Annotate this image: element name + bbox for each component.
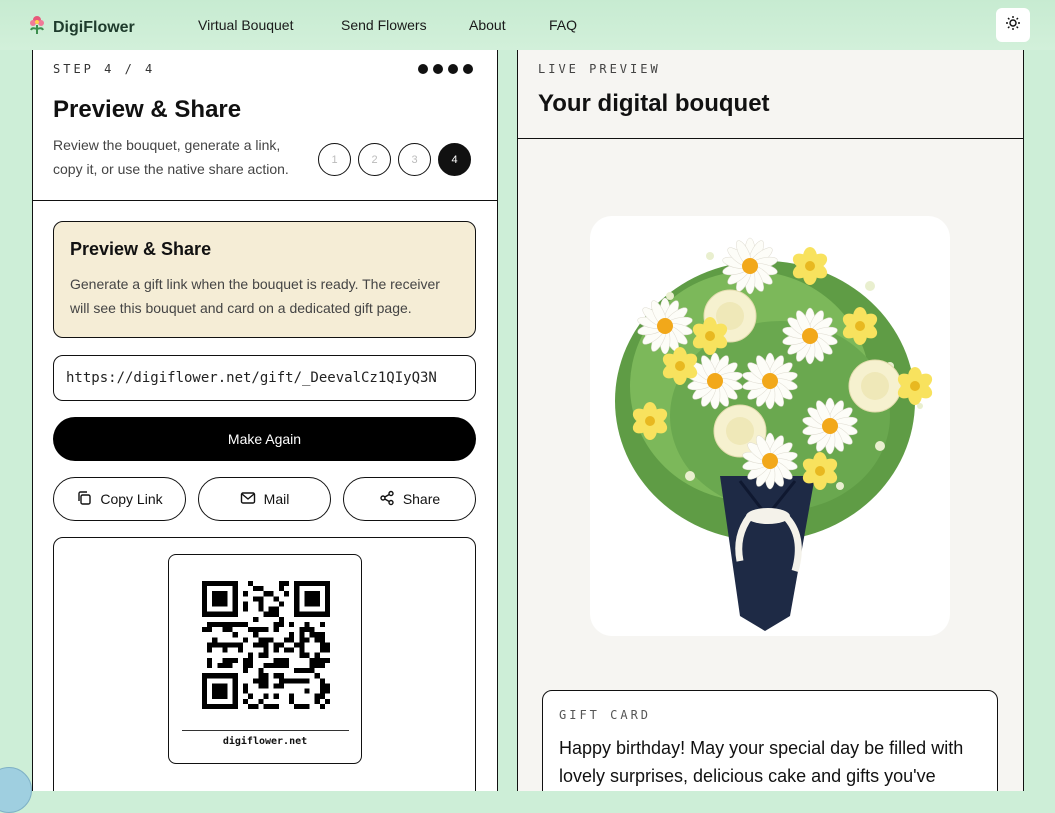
help-bubble-button[interactable] [0,767,32,813]
progress-dot [418,64,428,74]
brand-link[interactable]: DigiFlower [27,14,135,41]
theme-toggle-button[interactable] [996,8,1030,42]
progress-dot [463,64,473,74]
gift-card-label: GIFT CARD [559,708,652,722]
qr-section: digiflower.net [53,537,476,791]
mail-button[interactable]: Mail [198,477,331,521]
progress-dots [418,64,473,74]
section-divider [518,138,1023,139]
live-preview-panel: LIVE PREVIEW Your digital bouquet GIFT C… [517,50,1024,791]
share-info-box: Preview & Share Generate a gift link whe… [53,221,476,338]
step-3-button[interactable]: 3 [398,143,431,176]
bouquet-illustration [615,237,933,631]
share-icon [379,490,395,509]
nav-link-virtual-bouquet[interactable]: Virtual Bouquet [198,17,293,33]
top-nav: DigiFlower Virtual Bouquet Send Flowers … [0,0,1055,50]
preview-title: Your digital bouquet [538,90,770,117]
make-again-button[interactable]: Make Again [53,417,476,461]
share-label: Share [402,491,441,507]
nav-link-faq[interactable]: FAQ [549,17,577,33]
gift-link-field[interactable] [53,355,476,401]
qr-card: digiflower.net [168,554,362,764]
progress-dot [433,64,443,74]
mail-icon [240,490,256,509]
nav-link-send-flowers[interactable]: Send Flowers [341,17,427,33]
wizard-panel: STEP 4 / 4 Preview & Share Review the bo… [32,50,498,791]
make-again-label: Make Again [227,431,302,447]
gift-message: Happy birthday! May your special day be … [559,738,964,786]
info-text: Generate a gift link when the bouquet is… [70,276,440,316]
copy-link-label: Copy Link [100,491,163,507]
step-1-button[interactable]: 1 [318,143,351,176]
section-divider [33,200,497,201]
step-4-button[interactable]: 4 [438,143,471,176]
step-navigator: 1 2 3 4 [318,143,471,176]
brand-name: DigiFlower [53,18,135,36]
gift-card: GIFT CARD Happy birthday! May your speci… [542,690,998,791]
nav-link-about[interactable]: About [469,17,506,33]
qr-caption: digiflower.net [222,736,308,747]
info-title: Preview & Share [70,239,212,259]
progress-dot [448,64,458,74]
copy-icon [76,490,92,509]
step-2-button[interactable]: 2 [358,143,391,176]
bouquet-image-card [590,216,950,636]
qr-code-icon [202,581,330,709]
share-button[interactable]: Share [343,477,476,521]
step-title: Preview & Share [53,96,242,123]
sun-icon [1005,15,1021,36]
flower-logo-icon [27,14,47,41]
mail-label: Mail [263,491,290,507]
step-description: Review the bouquet, generate a link, cop… [53,137,289,177]
qr-divider [182,730,349,731]
step-label: STEP 4 / 4 [53,62,156,76]
copy-link-button[interactable]: Copy Link [53,477,186,521]
live-preview-label: LIVE PREVIEW [538,62,661,76]
